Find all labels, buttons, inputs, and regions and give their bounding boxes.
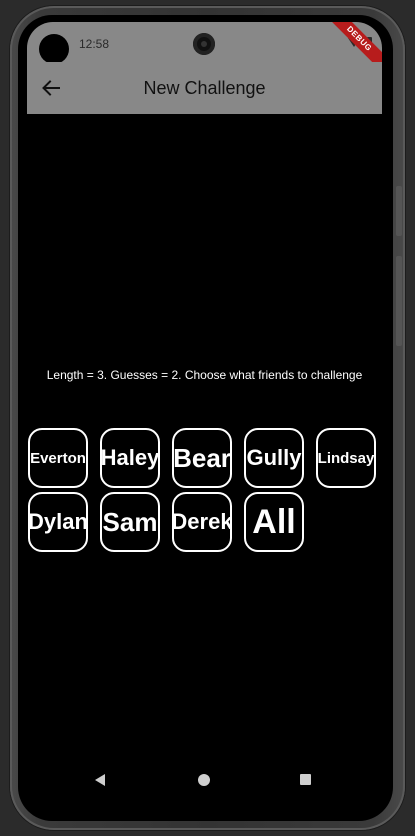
nav-back-icon[interactable] (95, 774, 105, 786)
page-title: New Challenge (143, 78, 266, 98)
friend-button-dylan[interactable]: Dylan (28, 492, 88, 552)
app-bar: New Challenge (27, 62, 382, 114)
friend-button-everton[interactable]: Everton (28, 428, 88, 488)
nav-recents-icon[interactable] (300, 774, 311, 785)
back-button[interactable] (37, 74, 65, 102)
friend-button-all[interactable]: All (244, 492, 304, 552)
friend-button-haley[interactable]: Haley (100, 428, 160, 488)
friend-button-bear[interactable]: Bear (172, 428, 232, 488)
arrow-back-icon (42, 80, 60, 96)
friend-button-lindsay[interactable]: Lindsay (316, 428, 376, 488)
friend-button-derek[interactable]: Derek (172, 492, 232, 552)
status-bar: 12:58 DEBUG (27, 22, 382, 76)
device-screen: 12:58 DEBUG New Challenge Length = 3. Gu… (27, 22, 382, 806)
status-avatar-icon (39, 34, 69, 64)
nav-home-icon[interactable] (198, 774, 210, 786)
system-nav-bar (27, 754, 382, 806)
volume-button (396, 186, 402, 236)
front-camera-icon (193, 33, 215, 55)
friend-button-sam[interactable]: Sam (100, 492, 160, 552)
status-time: 12:58 (79, 37, 110, 51)
power-button (396, 256, 402, 346)
challenge-info-text: Length = 3. Guesses = 2. Choose what fri… (46, 368, 363, 382)
friend-button-gully[interactable]: Gully (244, 428, 304, 488)
